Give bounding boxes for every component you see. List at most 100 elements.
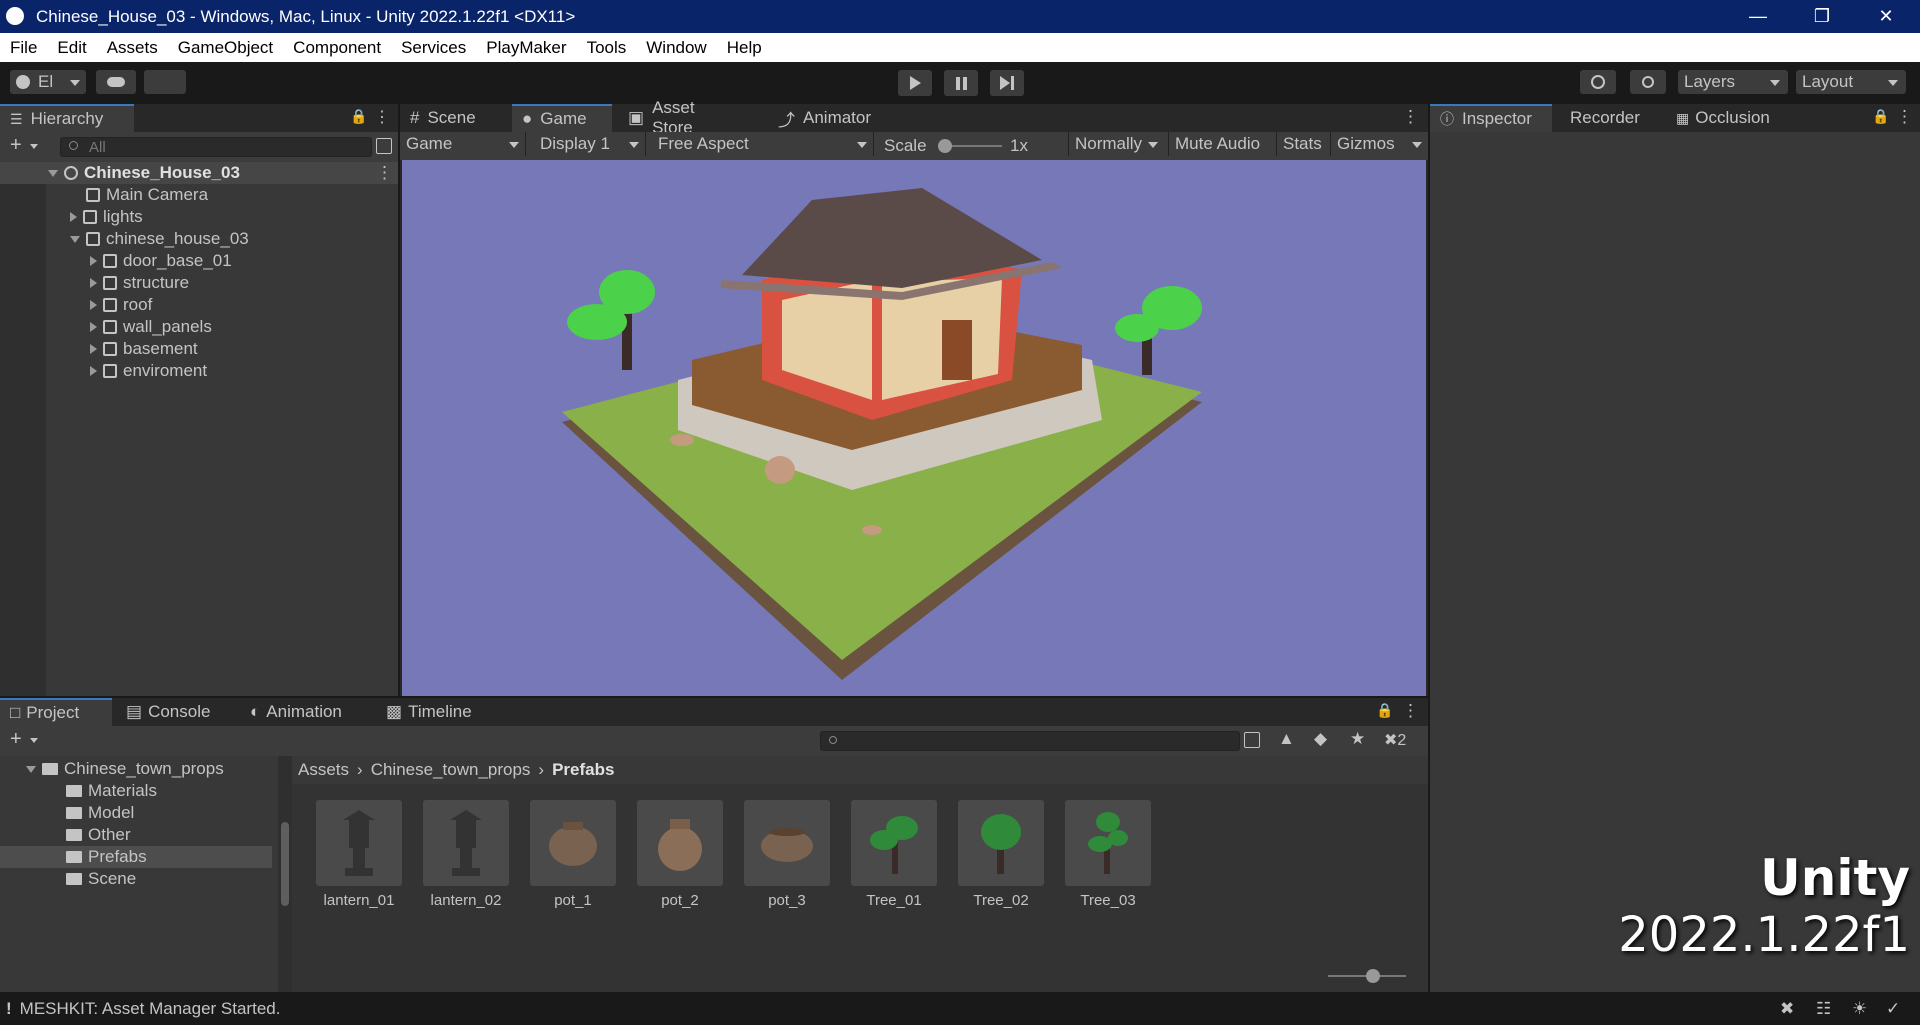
expand-arrow-icon[interactable] — [26, 765, 36, 773]
asset-tile[interactable]: lantern_01 — [316, 800, 402, 910]
expand-arrow-icon[interactable] — [48, 169, 58, 177]
tab-scene[interactable]: # Scene — [400, 104, 504, 132]
checkmark-icon[interactable]: ✓ — [1886, 999, 1900, 1019]
folder-item[interactable]: Model — [0, 802, 134, 824]
icon-size-slider-handle[interactable] — [1366, 969, 1380, 983]
layout-dropdown[interactable]: Layout — [1796, 70, 1906, 94]
collab-button[interactable] — [144, 70, 186, 94]
more-options-icon[interactable]: ⋮ — [376, 163, 393, 183]
menu-file[interactable]: File — [10, 38, 37, 58]
aspect-dropdown[interactable]: Free Aspect — [652, 132, 874, 156]
project-search-input[interactable] — [820, 731, 1240, 751]
menu-playmaker[interactable]: PlayMaker — [486, 38, 566, 58]
hierarchy-item[interactable]: enviroment — [0, 360, 207, 382]
history-button[interactable] — [1580, 70, 1616, 94]
chevron-down-icon[interactable] — [30, 144, 38, 149]
tab-timeline[interactable]: ▩ Timeline — [376, 698, 492, 726]
folder-item-selected[interactable]: Prefabs — [0, 846, 272, 868]
more-options-icon[interactable]: ⋮ — [374, 107, 390, 127]
debug-icon[interactable]: ✖ — [1780, 999, 1794, 1019]
account-dropdown[interactable]: El — [10, 70, 86, 94]
tree-scrollbar[interactable] — [278, 756, 292, 992]
add-icon[interactable]: + — [10, 728, 22, 751]
expand-arrow-icon[interactable] — [70, 212, 77, 222]
chevron-down-icon[interactable] — [30, 738, 38, 743]
asset-tile[interactable]: pot_2 — [637, 800, 723, 910]
hierarchy-item[interactable]: structure — [0, 272, 189, 294]
breadcrumb-prefabs[interactable]: Prefabs — [552, 760, 614, 780]
game-viewport[interactable] — [402, 160, 1426, 696]
search-button[interactable] — [1630, 70, 1666, 94]
menu-edit[interactable]: Edit — [57, 38, 86, 58]
folder-item[interactable]: Other — [0, 824, 131, 846]
scale-slider-handle[interactable] — [938, 139, 952, 153]
asset-tile[interactable]: pot_1 — [530, 800, 616, 910]
lock-icon[interactable]: 🔒 — [350, 108, 367, 125]
add-icon[interactable]: + — [10, 134, 22, 157]
pause-button[interactable] — [944, 70, 978, 96]
lighting-icon[interactable]: ☀ — [1852, 999, 1867, 1019]
status-message[interactable]: MESHKIT: Asset Manager Started. — [20, 999, 281, 1019]
stats-toggle[interactable]: Stats — [1276, 132, 1328, 156]
tab-inspector[interactable]: ⓘ Inspector — [1430, 104, 1552, 132]
tab-hierarchy[interactable]: ☰ Hierarchy — [0, 104, 134, 132]
tab-recorder[interactable]: Recorder — [1560, 104, 1660, 132]
tab-console[interactable]: ▤ Console — [116, 698, 226, 726]
tab-animation[interactable]: ◐ Animation — [240, 698, 370, 726]
hierarchy-item[interactable]: Main Camera — [0, 184, 208, 206]
menu-component[interactable]: Component — [293, 38, 381, 58]
display-dropdown[interactable]: Display 1 — [534, 132, 646, 156]
expand-arrow-icon[interactable] — [90, 366, 97, 376]
folder-item[interactable]: Materials — [0, 780, 157, 802]
tab-animator[interactable]: ⤴ Animator — [768, 104, 888, 132]
tab-game[interactable]: ● Game — [512, 104, 612, 132]
more-options-icon[interactable]: ⋮ — [1402, 701, 1419, 721]
breadcrumb-assets[interactable]: Assets — [298, 760, 349, 780]
lock-icon[interactable]: 🔒 — [1376, 702, 1393, 719]
layers-dropdown[interactable]: Layers — [1678, 70, 1788, 94]
expand-arrow-icon[interactable] — [90, 344, 97, 354]
cache-server-icon[interactable]: ☷ — [1816, 999, 1831, 1019]
mute-audio-toggle[interactable]: Mute Audio — [1168, 132, 1274, 156]
tab-occlusion[interactable]: ▦ Occlusion — [1666, 104, 1786, 132]
expand-arrow-icon[interactable] — [90, 278, 97, 288]
tab-asset-store[interactable]: ▣ Asset Store — [618, 98, 748, 137]
tab-project[interactable]: □ Project — [0, 698, 112, 726]
expand-arrow-icon[interactable] — [90, 300, 97, 310]
label-tag-icon[interactable]: ◆ — [1314, 729, 1327, 749]
vsync-mode-dropdown[interactable]: Normally — [1068, 132, 1164, 156]
search-by-type-icon[interactable] — [1244, 732, 1260, 748]
menu-window[interactable]: Window — [646, 38, 706, 58]
hierarchy-item[interactable]: roof — [0, 294, 152, 316]
menu-assets[interactable]: Assets — [107, 38, 158, 58]
play-button[interactable] — [898, 70, 932, 96]
breadcrumb-chinese-town-props[interactable]: Chinese_town_props — [371, 760, 531, 780]
more-options-icon[interactable]: ⋮ — [1402, 107, 1419, 127]
folder-tree-root[interactable]: Chinese_town_props — [0, 758, 224, 780]
hierarchy-item[interactable]: door_base_01 — [0, 250, 232, 272]
menu-tools[interactable]: Tools — [587, 38, 627, 58]
asset-tile[interactable]: Tree_02 — [958, 800, 1044, 910]
hierarchy-scene-root[interactable]: Chinese_House_03 ⋮ — [0, 162, 398, 184]
asset-tile[interactable]: pot_3 — [744, 800, 830, 910]
expand-arrow-icon[interactable] — [90, 322, 97, 332]
hierarchy-item[interactable]: chinese_house_03 — [0, 228, 249, 250]
filter-type-icon[interactable]: ▲ — [1278, 729, 1295, 749]
restore-button[interactable]: ❐ — [1790, 0, 1854, 33]
more-options-icon[interactable]: ⋮ — [1896, 107, 1913, 127]
gizmos-dropdown[interactable]: Gizmos — [1330, 132, 1428, 156]
folder-item[interactable]: Scene — [0, 868, 136, 890]
search-by-type-icon[interactable] — [376, 138, 392, 154]
favorite-star-icon[interactable]: ★ — [1350, 729, 1365, 749]
asset-tile[interactable]: Tree_01 — [851, 800, 937, 910]
expand-arrow-icon[interactable] — [90, 256, 97, 266]
lock-icon[interactable]: 🔒 — [1872, 108, 1889, 125]
hidden-packages-toggle[interactable]: ✖2 — [1384, 730, 1406, 750]
menu-gameobject[interactable]: GameObject — [178, 38, 273, 58]
cloud-button[interactable] — [96, 70, 136, 94]
tree-scrollbar-thumb[interactable] — [281, 822, 289, 906]
game-view-dropdown[interactable]: Game — [400, 132, 526, 156]
menu-help[interactable]: Help — [727, 38, 762, 58]
asset-tile[interactable]: lantern_02 — [423, 800, 509, 910]
hierarchy-item[interactable]: wall_panels — [0, 316, 212, 338]
